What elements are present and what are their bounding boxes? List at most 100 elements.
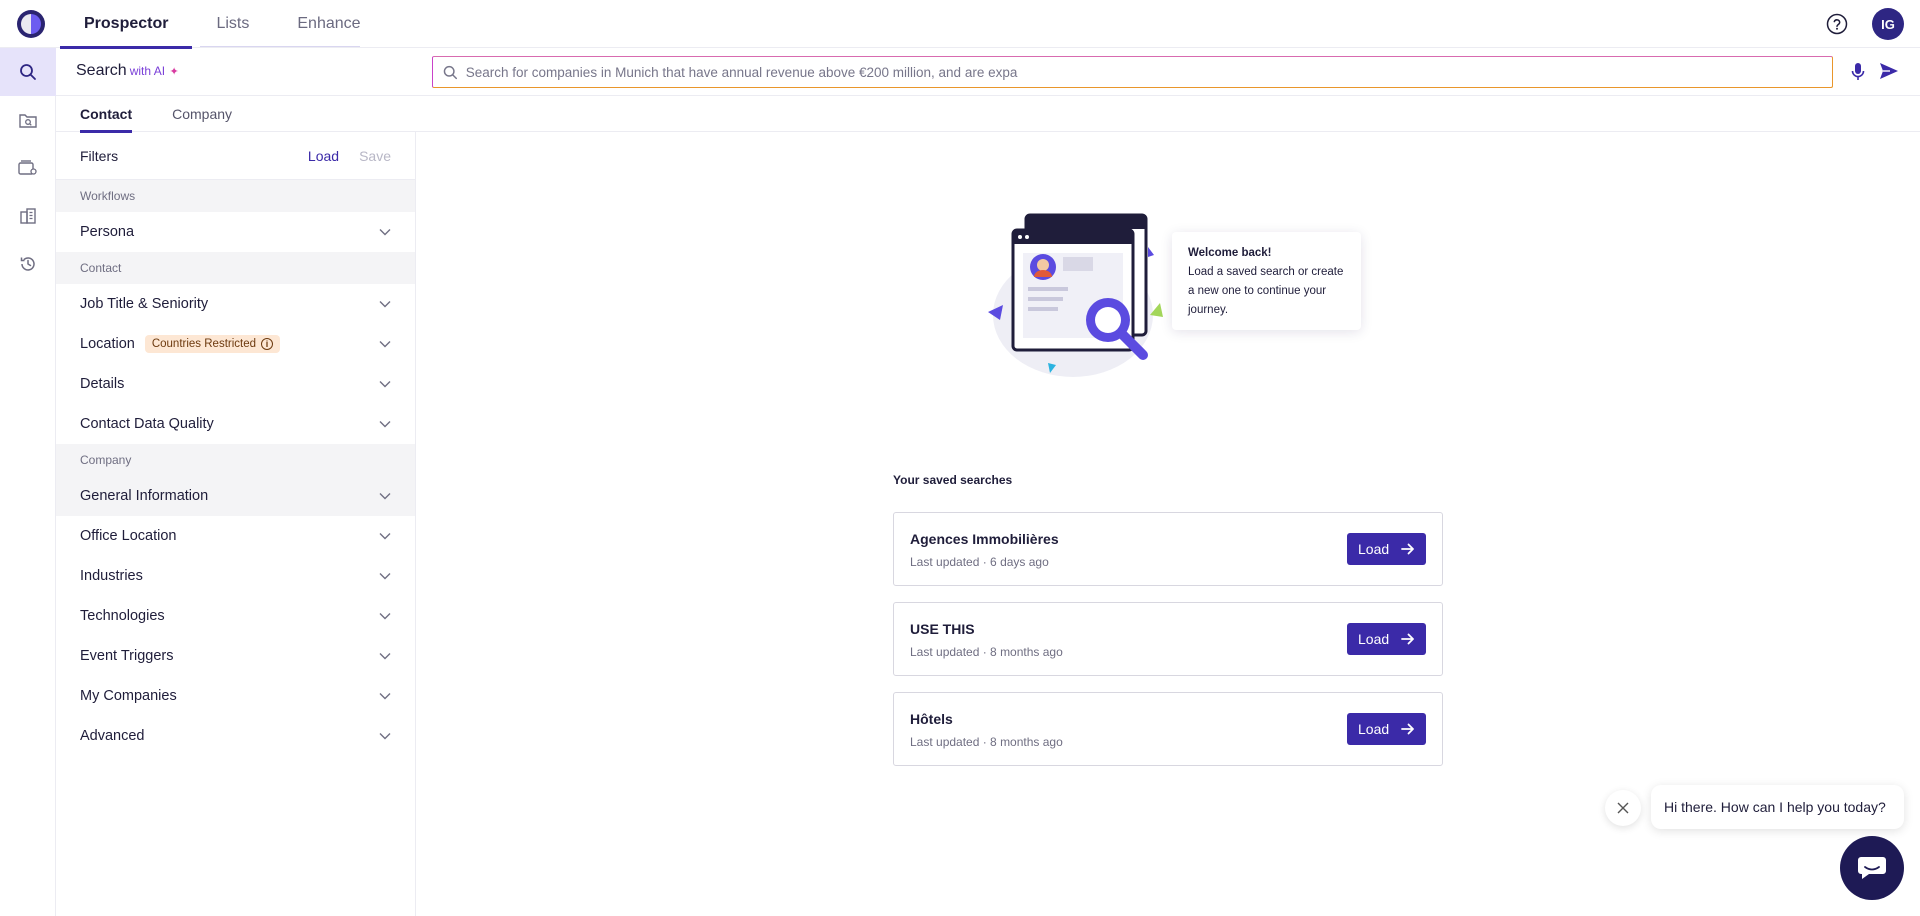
filter-label: My Companies: [80, 688, 177, 704]
info-icon: i: [261, 338, 274, 350]
arrow-right-icon: [1401, 723, 1415, 735]
saved-search-card[interactable]: Hôtels Last updated · 8 months ago Load: [893, 692, 1443, 766]
filters-title: Filters: [80, 147, 119, 164]
search-icon: [20, 64, 36, 80]
chevron-down-icon: [379, 229, 391, 236]
chevron-down-icon: [379, 301, 391, 308]
help-icon[interactable]: [1826, 13, 1848, 35]
welcome-body: Load a saved search or create a new one …: [1188, 266, 1344, 316]
section-workflows: Workflows: [56, 180, 415, 212]
folder-search-icon: [19, 114, 37, 128]
rail-history[interactable]: [0, 240, 56, 288]
section-contact: Contact: [56, 252, 415, 284]
filter-technologies[interactable]: Technologies: [56, 596, 415, 636]
filter-advanced[interactable]: Advanced: [56, 716, 415, 756]
chevron-down-icon: [379, 733, 391, 740]
history-icon: [20, 257, 35, 271]
chevron-down-icon: [379, 573, 391, 580]
welcome-title: Welcome back!: [1188, 247, 1272, 259]
main-nav: Prospector Lists Enhance: [60, 0, 385, 49]
left-rail: [0, 48, 56, 916]
saved-search-meta: Last updated · 6 days ago: [910, 555, 1049, 569]
rail-companies[interactable]: [0, 192, 56, 240]
filter-location[interactable]: Location Countries Restricted i: [56, 324, 415, 364]
filter-label: General Information: [80, 488, 209, 504]
filter-label: Details: [80, 376, 125, 392]
chevron-down-icon: [379, 493, 391, 500]
load-saved-search-button[interactable]: Load: [1347, 533, 1426, 565]
search-with-ai-label: Search with AI ✦: [76, 62, 179, 80]
chat-launcher-button[interactable]: [1840, 836, 1904, 900]
chevron-down-icon: [379, 381, 391, 388]
arrow-right-icon: [1401, 633, 1415, 645]
search-bar-row: Search with AI ✦: [56, 48, 1920, 96]
filter-label: Location: [80, 336, 135, 352]
countries-restricted-badge[interactable]: Countries Restricted i: [144, 335, 281, 353]
ai-label: with AI: [129, 64, 166, 78]
chevron-down-icon: [379, 693, 391, 700]
saved-search-name: Hôtels: [910, 711, 953, 727]
saved-search-meta: Last updated · 8 months ago: [910, 645, 1063, 659]
saved-search-name: USE THIS: [910, 621, 975, 637]
badge-text: Countries Restricted: [151, 338, 257, 350]
entity-tabs: Contact Company: [56, 96, 1920, 133]
filter-label: Advanced: [80, 728, 145, 744]
welcome-illustration: [978, 205, 1198, 385]
nav-divider: [200, 46, 360, 47]
saved-search-card[interactable]: USE THIS Last updated · 8 months ago Loa…: [893, 602, 1443, 676]
filter-job-title-seniority[interactable]: Job Title & Seniority: [56, 284, 415, 324]
load-button-label: Load: [1358, 721, 1390, 737]
filter-general-information[interactable]: General Information: [56, 476, 415, 516]
filters-panel: Filters Load Save Workflows Persona Cont…: [56, 132, 416, 916]
filter-label: Persona: [80, 224, 135, 240]
filter-details[interactable]: Details: [56, 364, 415, 404]
section-company: Company: [56, 444, 415, 476]
load-button-label: Load: [1358, 631, 1390, 647]
nav-tab-lists[interactable]: Lists: [192, 0, 273, 48]
chat-close-button[interactable]: [1605, 790, 1641, 826]
close-icon: [1617, 802, 1629, 814]
saved-search-meta: Last updated · 8 months ago: [910, 735, 1063, 749]
chevron-down-icon: [379, 533, 391, 540]
send-icon[interactable]: [1879, 62, 1899, 82]
filter-event-triggers[interactable]: Event Triggers: [56, 636, 415, 676]
filter-contact-data-quality[interactable]: Contact Data Quality: [56, 404, 415, 444]
chat-greeting-bubble[interactable]: Hi there. How can I help you today?: [1651, 785, 1904, 829]
chevron-down-icon: [379, 613, 391, 620]
search-label-text: Search: [76, 62, 127, 79]
chevron-down-icon: [379, 653, 391, 660]
filter-persona[interactable]: Persona: [56, 212, 415, 252]
chevron-down-icon: [379, 341, 391, 348]
rail-search[interactable]: [0, 48, 56, 96]
filter-industries[interactable]: Industries: [56, 556, 415, 596]
saved-search-card[interactable]: Agences Immobilières Last updated · 6 da…: [893, 512, 1443, 586]
rail-saved-searches[interactable]: [0, 96, 56, 144]
load-saved-search-button[interactable]: Load: [1347, 623, 1426, 655]
filter-label: Job Title & Seniority: [80, 296, 209, 312]
user-avatar[interactable]: IG: [1872, 8, 1904, 40]
filter-my-companies[interactable]: My Companies: [56, 676, 415, 716]
rail-contacts[interactable]: [0, 144, 56, 192]
microphone-icon[interactable]: [1849, 62, 1867, 82]
filter-label: Office Location: [80, 528, 177, 544]
filter-label: Event Triggers: [80, 648, 174, 664]
tab-contact[interactable]: Contact: [80, 96, 133, 133]
tab-company[interactable]: Company: [172, 96, 232, 132]
ai-search-input[interactable]: [465, 64, 1832, 80]
ai-search-field[interactable]: [432, 56, 1833, 88]
filters-save-button[interactable]: Save: [359, 148, 391, 164]
filters-header: Filters Load Save: [56, 132, 415, 180]
load-button-label: Load: [1358, 541, 1390, 557]
filters-load-button[interactable]: Load: [308, 148, 339, 164]
nav-tab-prospector[interactable]: Prospector: [60, 0, 193, 49]
arrow-right-icon: [1401, 543, 1415, 555]
sparkle-icon: ✦: [169, 66, 179, 78]
nav-tab-enhance[interactable]: Enhance: [273, 0, 384, 48]
app-logo-icon[interactable]: [16, 9, 46, 39]
chevron-down-icon: [379, 421, 391, 428]
top-bar: Prospector Lists Enhance IG: [0, 0, 1920, 49]
chat-icon: [1858, 857, 1886, 879]
load-saved-search-button[interactable]: Load: [1347, 713, 1426, 745]
saved-search-name: Agences Immobilières: [910, 531, 1059, 547]
filter-office-location[interactable]: Office Location: [56, 516, 415, 556]
